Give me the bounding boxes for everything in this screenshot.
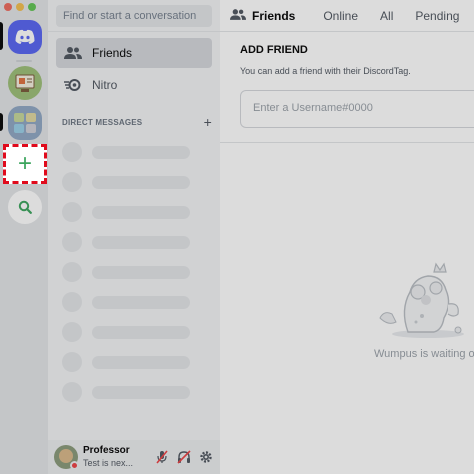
conversation-search-input[interactable]: Find or start a conversation (56, 5, 212, 27)
discord-logo-icon (15, 29, 35, 44)
friends-main-panel: Friends Online All Pending ADD FRIEND Yo… (220, 0, 474, 474)
empty-state-text: Wumpus is waiting o (374, 348, 474, 360)
username: Professor (83, 445, 130, 456)
create-dm-button[interactable]: + (204, 114, 212, 130)
dm-placeholder (62, 262, 190, 282)
server-avatar-icon (15, 74, 35, 92)
friends-icon (64, 44, 82, 62)
close-window-button[interactable] (4, 3, 12, 11)
maximize-window-button[interactable] (28, 3, 36, 11)
section-divider (220, 142, 474, 143)
discord-app: Find or start a conversation Friends Nit… (0, 0, 474, 474)
dm-placeholder (62, 292, 190, 312)
sidebar-item-label: Nitro (92, 78, 118, 92)
server-unread-pill (0, 113, 3, 131)
user-controls (154, 449, 214, 465)
tab-pending[interactable]: Pending (415, 9, 459, 23)
tab-all[interactable]: All (380, 9, 393, 23)
page-title: Friends (252, 8, 296, 23)
deafen-icon[interactable] (176, 449, 192, 465)
mute-microphone-icon[interactable] (154, 449, 170, 465)
explore-servers-button[interactable] (8, 190, 42, 224)
dm-placeholder (62, 232, 190, 252)
wumpus-illustration (379, 262, 464, 338)
add-server-highlight: + (3, 144, 47, 184)
dm-placeholder (62, 202, 190, 222)
sidebar-item-label: Friends (92, 46, 133, 60)
sidebar-item-friends[interactable]: Friends (56, 38, 212, 68)
plus-icon: + (17, 150, 32, 177)
settings-icon[interactable] (198, 449, 214, 465)
friends-header: Friends Online All Pending (220, 0, 474, 32)
add-friend-title: ADD FRIEND (240, 44, 308, 56)
direct-messages-header: DIRECT MESSAGES + (62, 114, 212, 130)
dm-placeholder (62, 322, 190, 342)
dm-placeholder (62, 352, 190, 372)
server-1-button[interactable] (8, 66, 42, 100)
add-friend-description: You can add a friend with their DiscordT… (240, 66, 411, 76)
rail-separator (16, 60, 32, 62)
nitro-icon (64, 76, 82, 94)
server-rail (0, 0, 48, 474)
sidebar-item-nitro[interactable]: Nitro (56, 70, 212, 100)
user-panel: Professor Test is nex... (48, 440, 220, 474)
server-2-button[interactable] (8, 106, 42, 140)
sidebar-divider (48, 31, 220, 32)
dm-placeholder (62, 382, 190, 402)
channel-sidebar: Find or start a conversation Friends Nit… (48, 0, 220, 474)
dm-placeholder (62, 142, 190, 162)
tab-online[interactable]: Online (323, 9, 358, 23)
home-button[interactable] (8, 20, 42, 54)
minimize-window-button[interactable] (16, 3, 24, 11)
window-controls (4, 3, 36, 11)
custom-status: Test is nex... (83, 458, 134, 468)
server-avatar-icon (14, 113, 36, 133)
search-icon (18, 200, 32, 214)
add-server-button[interactable]: + (8, 147, 42, 181)
direct-messages-label: DIRECT MESSAGES (62, 117, 143, 127)
username-input[interactable]: Enter a Username#0000 (240, 90, 474, 128)
user-info[interactable]: Professor Test is nex... (83, 445, 145, 469)
dm-placeholder (62, 172, 190, 192)
home-selected-pill (0, 22, 3, 50)
friends-icon (230, 8, 246, 24)
status-indicator (70, 461, 79, 470)
